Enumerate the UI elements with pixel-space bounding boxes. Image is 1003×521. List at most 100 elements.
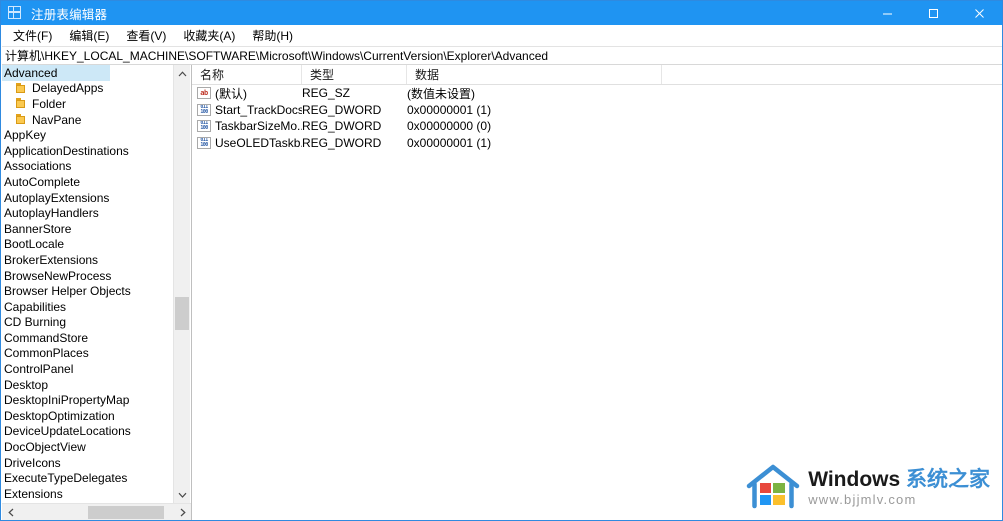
tree-item-label: DelayedApps	[32, 81, 104, 96]
tree-item-autocomplete[interactable]: AutoComplete	[2, 174, 174, 190]
registry-editor-icon	[8, 5, 24, 21]
scroll-up-icon[interactable]	[174, 65, 190, 82]
tree-item-label: DesktopIniPropertyMap	[4, 393, 130, 408]
tree-item-associations[interactable]: Associations	[2, 159, 174, 175]
scroll-right-icon[interactable]	[174, 504, 191, 520]
tree-item-deviceupdatelocations[interactable]: DeviceUpdateLocations	[2, 424, 174, 440]
tree-item-executetypedelegates[interactable]: ExecuteTypeDelegates	[2, 470, 174, 486]
value-type: REG_DWORD	[302, 119, 382, 134]
minimize-button[interactable]	[864, 1, 910, 25]
tree-item-label: DocObjectView	[4, 440, 86, 455]
tree-item-advanced[interactable]: Advanced	[2, 65, 110, 81]
tree-item-desktopinipropertymap[interactable]: DesktopIniPropertyMap	[2, 392, 174, 408]
value-name-cell: 011 100 TaskbarSizeMo...	[192, 119, 302, 133]
column-header-type[interactable]: 类型	[302, 65, 407, 84]
tree-item-navpane[interactable]: NavPane	[2, 112, 174, 128]
menu-item-view[interactable]: 查看(V)	[118, 25, 175, 46]
folder-icon	[15, 98, 27, 109]
tree-item-capabilities[interactable]: Capabilities	[2, 299, 174, 315]
tree-item-label: NavPane	[32, 112, 82, 127]
tree-item-label: DriveIcons	[4, 455, 61, 470]
dword-value-icon: 011 100	[197, 136, 211, 149]
registry-tree-pane: Advanced DelayedApps Folder NavPane AppKey Ap…	[2, 65, 192, 520]
folder-icon	[15, 82, 27, 94]
menu-item-file[interactable]: 文件(F)	[5, 25, 61, 46]
scroll-left-icon[interactable]	[2, 504, 19, 520]
tree-item-label: AppKey	[4, 128, 47, 143]
value-row[interactable]: 011 100 Start_TrackDocs REG_DWORD 0x00000001…	[192, 102, 1002, 119]
menu-item-favorites[interactable]: 收藏夹(A)	[175, 25, 244, 46]
tree-item-commonplaces[interactable]: CommonPlaces	[2, 346, 174, 362]
tree-item-browser-helper-objects[interactable]: Browser Helper Objects	[2, 283, 174, 299]
tree-item-label: BootLocale	[4, 237, 65, 252]
tree-scrollbar-thumb[interactable]	[175, 297, 189, 330]
column-header-data[interactable]: 数据	[407, 65, 662, 84]
tree-item-folder[interactable]: Folder	[2, 96, 174, 112]
tree-item-label: Associations	[4, 159, 72, 174]
window-titlebar: 注册表编辑器	[1, 1, 1002, 25]
tree-hscrollbar-thumb[interactable]	[88, 506, 164, 519]
tree-item-applicationdestinations[interactable]: ApplicationDestinations	[2, 143, 174, 159]
tree-item-label: ControlPanel	[4, 362, 74, 377]
tree-item-appkey[interactable]: AppKey	[2, 127, 174, 143]
tree-item-autoplayhandlers[interactable]: AutoplayHandlers	[2, 205, 174, 221]
menu-item-edit[interactable]: 编辑(E)	[61, 25, 118, 46]
window-title: 注册表编辑器	[31, 7, 108, 22]
value-type: REG_DWORD	[302, 102, 382, 117]
tree-item-label: AutoplayHandlers	[4, 206, 99, 221]
registry-values-pane: 名称 类型 数据 ab (默认) REG_SZ (数值未设置) 011 100 Start_…	[192, 65, 1002, 520]
tree-item-label: Folder	[32, 96, 67, 111]
dword-value-icon: 011 100	[197, 120, 211, 133]
tree-item-driveicons[interactable]: DriveIcons	[2, 455, 174, 471]
tree-item-bootlocale[interactable]: BootLocale	[2, 237, 174, 253]
value-data: 0x00000000 (0)	[407, 119, 492, 134]
menu-item-help[interactable]: 帮助(H)	[244, 25, 302, 46]
value-data: (数值未设置)	[407, 86, 475, 101]
tree-item-label: Desktop	[4, 377, 49, 392]
value-row[interactable]: 011 100 TaskbarSizeMo... REG_DWORD 0x0000000…	[192, 118, 1002, 135]
tree-item-desktop[interactable]: Desktop	[2, 377, 174, 393]
tree-item-label: DesktopOptimization	[4, 408, 115, 423]
values-column-header: 名称 类型 数据	[192, 65, 1002, 85]
tree-item-extensions[interactable]: Extensions	[2, 486, 174, 502]
registry-editor-window: 注册表编辑器 文件(F) 编辑(E) 查看(V) 收藏夹(A) 帮助(H) 计算…	[0, 0, 1003, 521]
maximize-button[interactable]	[910, 1, 956, 25]
tree-item-label: BannerStore	[4, 221, 72, 236]
tree-item-label: Advanced	[4, 65, 58, 80]
tree-item-delayedapps[interactable]: DelayedApps	[2, 81, 174, 97]
tree-item-brokerextensions[interactable]: BrokerExtensions	[2, 252, 174, 268]
tree-horizontal-scrollbar[interactable]	[2, 503, 191, 520]
tree-item-label: CommandStore	[4, 330, 89, 345]
tree-item-commandstore[interactable]: CommandStore	[2, 330, 174, 346]
value-name-cell: ab (默认)	[192, 85, 302, 102]
tree-item-desktopoptimization[interactable]: DesktopOptimization	[2, 408, 174, 424]
tree-item-label: AutoplayExtensions	[4, 190, 110, 205]
tree-item-bannerstore[interactable]: BannerStore	[2, 221, 174, 237]
tree-item-docobjectview[interactable]: DocObjectView	[2, 439, 174, 455]
tree-item-cd-burning[interactable]: CD Burning	[2, 315, 174, 331]
value-name-cell: 011 100 UseOLEDTaskb...	[192, 136, 302, 150]
tree-item-autoplayextensions[interactable]: AutoplayExtensions	[2, 190, 174, 206]
value-name: Start_TrackDocs	[215, 102, 302, 117]
tree-item-label: ExecuteTypeDelegates	[4, 471, 128, 486]
menu-bar: 文件(F) 编辑(E) 查看(V) 收藏夹(A) 帮助(H)	[2, 25, 1002, 46]
value-row[interactable]: 011 100 UseOLEDTaskb... REG_DWORD 0x00000001…	[192, 135, 1002, 152]
scroll-down-icon[interactable]	[174, 486, 190, 503]
tree-vertical-scrollbar[interactable]	[173, 65, 190, 503]
value-data: 0x00000001 (1)	[407, 102, 492, 117]
tree-item-label: Extensions	[4, 486, 63, 501]
tree-item-controlpanel[interactable]: ControlPanel	[2, 361, 174, 377]
value-name: UseOLEDTaskb...	[215, 135, 302, 150]
tree-item-label: ApplicationDestinations	[4, 143, 129, 158]
tree-item-browsenewprocess[interactable]: BrowseNewProcess	[2, 268, 174, 284]
value-name: (默认)	[215, 86, 247, 101]
value-row[interactable]: ab (默认) REG_SZ (数值未设置)	[192, 85, 1002, 102]
value-data: 0x00000001 (1)	[407, 135, 492, 150]
registry-tree-list[interactable]: Advanced DelayedApps Folder NavPane AppKey Ap…	[2, 65, 174, 503]
close-button[interactable]	[956, 1, 1002, 25]
folder-icon	[15, 114, 27, 125]
tree-item-label: DeviceUpdateLocations	[4, 424, 131, 439]
column-header-name[interactable]: 名称	[192, 65, 302, 84]
values-list[interactable]: ab (默认) REG_SZ (数值未设置) 011 100 Start_TrackDocs…	[192, 85, 1002, 151]
address-bar[interactable]: 计算机\HKEY_LOCAL_MACHINE\SOFTWARE\Microsof…	[2, 46, 1002, 65]
